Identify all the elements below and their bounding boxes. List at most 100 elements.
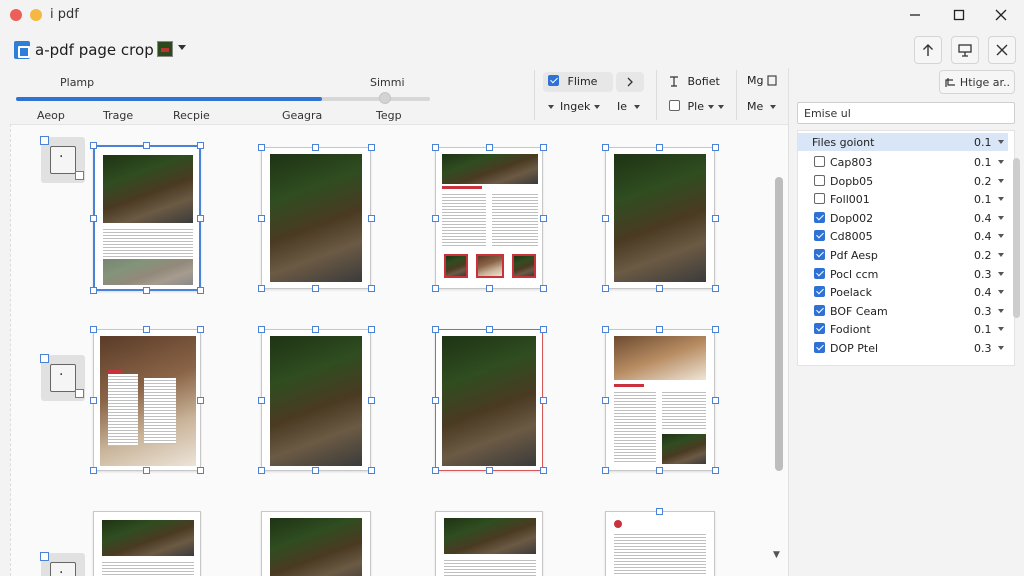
row-crop-tool[interactable] <box>40 354 85 401</box>
chevron-down-icon[interactable] <box>998 178 1004 183</box>
page-thumbnail[interactable] <box>261 511 371 576</box>
crop-handle[interactable] <box>712 326 719 333</box>
crop-handle[interactable] <box>143 326 150 333</box>
crop-handle[interactable] <box>312 467 319 474</box>
crop-handle[interactable] <box>602 467 609 474</box>
crop-handle[interactable] <box>540 144 547 151</box>
item-checkbox[interactable] <box>814 156 825 167</box>
close-document-button[interactable] <box>988 36 1016 64</box>
crop-handle[interactable] <box>90 142 97 149</box>
crop-handle[interactable] <box>368 285 375 292</box>
crop-handle[interactable] <box>656 508 663 515</box>
crop-handle[interactable] <box>143 467 150 474</box>
crop-handle[interactable] <box>90 467 97 474</box>
list-item[interactable]: DOP Ptel 0.3 <box>798 339 1008 357</box>
me-dropdown[interactable]: Me <box>747 100 777 113</box>
list-item[interactable]: Fodiont 0.1 <box>798 320 1008 338</box>
crop-handle[interactable] <box>486 285 493 292</box>
list-item[interactable]: Pdf Aesp 0.2 <box>798 246 1008 264</box>
page-thumbnail[interactable] <box>261 147 371 289</box>
crop-handle[interactable] <box>368 397 375 404</box>
crop-handle[interactable] <box>486 467 493 474</box>
crop-handle[interactable] <box>143 142 150 149</box>
chevron-down-icon[interactable] <box>998 140 1004 144</box>
chevron-down-icon[interactable] <box>998 234 1004 239</box>
crop-handle[interactable] <box>368 144 375 151</box>
crop-handle[interactable] <box>368 215 375 222</box>
item-checkbox[interactable] <box>814 174 825 186</box>
list-item[interactable]: BOF Ceam 0.3 <box>798 302 1008 320</box>
crop-handle[interactable] <box>197 326 204 333</box>
page-thumbnail[interactable] <box>435 147 543 289</box>
crop-handle[interactable] <box>432 397 439 404</box>
file-list-scrollbar[interactable] <box>1013 158 1020 318</box>
item-checkbox[interactable] <box>814 286 825 298</box>
crop-handle[interactable] <box>197 397 204 404</box>
list-item[interactable]: Cd8005 0.4 <box>798 227 1008 245</box>
document-menu-chevron-icon[interactable] <box>178 45 186 50</box>
crop-handle[interactable] <box>90 215 97 222</box>
upload-button[interactable] <box>914 36 942 64</box>
crop-handle[interactable] <box>602 285 609 292</box>
item-checkbox[interactable] <box>814 267 825 279</box>
close-icon[interactable] <box>990 4 1012 26</box>
crop-handle[interactable] <box>90 287 97 294</box>
chevron-down-icon[interactable] <box>998 197 1004 202</box>
item-checkbox[interactable] <box>814 304 825 316</box>
page-action-button[interactable]: Htige ar.. <box>939 70 1015 94</box>
crop-handle[interactable] <box>486 144 493 151</box>
page-thumbnail[interactable] <box>93 145 201 291</box>
page-thumbnail[interactable] <box>605 329 715 471</box>
row-crop-tool[interactable] <box>40 136 85 183</box>
crop-handle[interactable] <box>486 326 493 333</box>
crop-handle[interactable] <box>602 397 609 404</box>
crop-handle[interactable] <box>197 287 204 294</box>
page-thumbnail[interactable] <box>605 147 715 289</box>
list-item[interactable]: Poelack 0.4 <box>798 283 1008 301</box>
crop-handle[interactable] <box>712 285 719 292</box>
close-window-dot[interactable] <box>10 9 22 21</box>
row-crop-tool[interactable] <box>40 552 85 576</box>
flame-next-button[interactable] <box>616 72 644 92</box>
crop-handle[interactable] <box>90 397 97 404</box>
crop-handle[interactable] <box>312 144 319 151</box>
page-thumbnail[interactable] <box>93 511 201 576</box>
crop-handle[interactable] <box>656 285 663 292</box>
crop-handle[interactable] <box>656 326 663 333</box>
item-checkbox[interactable] <box>814 342 825 353</box>
zoom-slider-track[interactable] <box>16 97 430 101</box>
crop-handle[interactable] <box>258 215 265 222</box>
chevron-down-icon[interactable] <box>998 253 1004 257</box>
crop-handle[interactable] <box>197 467 204 474</box>
crop-handle[interactable] <box>432 467 439 474</box>
page-thumbnail[interactable] <box>435 511 543 576</box>
list-item[interactable]: Foll001 0.1 <box>798 190 1008 208</box>
crop-handle[interactable] <box>312 326 319 333</box>
crop-handle[interactable] <box>258 467 265 474</box>
mg-button[interactable]: Mg <box>747 74 777 87</box>
crop-handle[interactable] <box>258 326 265 333</box>
chevron-down-icon[interactable] <box>998 327 1004 332</box>
crop-handle[interactable] <box>712 397 719 404</box>
list-item[interactable]: Dop002 0.4 <box>798 209 1008 227</box>
chevron-down-icon[interactable] <box>998 290 1004 295</box>
crop-handle[interactable] <box>602 215 609 222</box>
list-item[interactable]: Cap803 0.1 <box>798 153 1008 171</box>
minimize-icon[interactable] <box>904 4 926 26</box>
item-checkbox[interactable] <box>814 249 825 260</box>
crop-handle[interactable] <box>540 326 547 333</box>
list-item[interactable]: Pocl ccm 0.3 <box>798 265 1008 283</box>
chevron-down-icon[interactable] <box>998 346 1004 350</box>
page-thumbnail[interactable] <box>435 329 543 471</box>
minimize-window-dot[interactable] <box>30 9 42 21</box>
crop-tool-button[interactable] <box>951 36 979 64</box>
maximize-icon[interactable] <box>948 4 970 26</box>
ingek-dropdown[interactable]: Ingek <box>548 100 601 113</box>
zoom-slider-thumb[interactable] <box>379 92 391 104</box>
crop-handle[interactable] <box>368 467 375 474</box>
crop-handle[interactable] <box>712 467 719 474</box>
list-header-row[interactable]: Files goiont 0.1 <box>798 133 1008 151</box>
crop-handle[interactable] <box>90 326 97 333</box>
chevron-down-icon[interactable] <box>998 308 1004 313</box>
crop-handle[interactable] <box>602 326 609 333</box>
